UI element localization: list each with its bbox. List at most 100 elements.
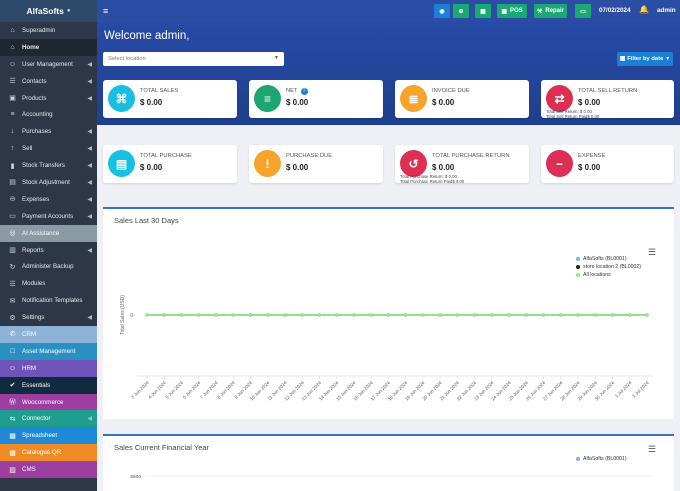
sidebar-item-stock-adjustment[interactable]: ▤ Stock Adjustment ◀ — [0, 174, 97, 191]
sidebar-item-label: Connector — [22, 415, 51, 423]
sidebar-item-stock-transfers[interactable]: ▮ Stock Transfers ◀ — [0, 157, 97, 174]
data-point — [352, 313, 356, 317]
sidebar-item-purchases[interactable]: ↓ Purchases ◀ — [0, 123, 97, 140]
sidebar-item-cms[interactable]: ▨ CMS — [0, 461, 97, 479]
plus-circle-button[interactable]: ⊕ — [453, 4, 469, 18]
stat-card-total-purchase: ▤ TOTAL PURCHASE $ 0.00 — [103, 145, 237, 183]
sidebar-item-label: Superadmin — [22, 26, 56, 34]
sidebar-item-label: Payment Accounts — [22, 212, 74, 220]
location-select[interactable]: Select location ▼ — [103, 52, 284, 66]
accounting-icon: ≡ — [10, 111, 15, 119]
plug-icon: ☰ — [9, 280, 16, 288]
stat-label-text: TOTAL PURCHASE RETURN — [432, 153, 510, 159]
stat-card-purchase-due: ! PURCHASE DUE $ 0.00 — [249, 145, 383, 183]
user-menu[interactable]: admin — [657, 7, 676, 14]
sidebar-item-connector[interactable]: ⇆ Connector ◀ — [0, 410, 97, 428]
stat-label-text: PURCHASE DUE — [286, 153, 333, 159]
stat-sub-text: Total Purchase Return Paid$ 0.00 — [400, 179, 465, 184]
invoice-icon: ≣ — [400, 85, 427, 112]
sidebar-item-label: Settings — [22, 314, 45, 322]
sidebar-item-home[interactable]: ⌂ Home — [0, 38, 97, 56]
data-point — [559, 313, 563, 317]
sidebar-item-user-management[interactable]: ☺ User Management ◀ — [0, 56, 97, 73]
repair-button[interactable]: ⚒ Repair — [534, 4, 567, 18]
sidebar-item-label: Contacts — [22, 77, 47, 85]
grid-icon: ▦ — [501, 8, 507, 15]
sidebar-item-spreadsheet[interactable]: ▦ Spreadsheet — [0, 427, 97, 445]
pos-button[interactable]: ▦ POS — [497, 4, 527, 18]
chevron-left-icon: ◀ — [87, 163, 92, 170]
sidebar-item-sell[interactable]: ↑ Sell ◀ — [0, 140, 97, 157]
sidebar-item-settings[interactable]: ⚙ Settings ◀ — [0, 309, 97, 326]
home-icon: ⌂ — [10, 26, 15, 34]
chart-icon: ▥ — [9, 247, 16, 255]
y-tick-label: 5500 — [130, 474, 141, 480]
sidebar-item-reports[interactable]: ▥ Reports ◀ — [0, 242, 97, 259]
qrcode-icon: ▩ — [9, 449, 16, 457]
crm-icon: ✆ — [9, 331, 16, 339]
data-point — [576, 313, 580, 317]
sidebar-item-asset-management[interactable]: □ Asset Management — [0, 342, 97, 360]
chevron-left-icon: ◀ — [87, 61, 92, 68]
calculator-icon: ▦ — [480, 8, 486, 15]
data-point — [145, 313, 149, 317]
brand-status-icon: ● — [66, 8, 71, 14]
sidebar-item-essentials[interactable]: ✔ Essentials — [0, 376, 97, 394]
sidebar-item-modules[interactable]: ☰ Modules — [0, 275, 97, 292]
sidebar-item-contacts[interactable]: ☰ Contacts ◀ — [0, 73, 97, 90]
stat-value: $ 0.00 — [286, 98, 309, 107]
download-icon: ↓ — [10, 128, 15, 136]
sidebar-item-accounting[interactable]: ≡ Accounting — [0, 106, 97, 123]
stat-label: TOTAL SALES — [140, 88, 178, 94]
stat-label-text: INVOICE DUE — [432, 88, 470, 94]
calculator-button[interactable]: ▦ — [475, 4, 491, 18]
topbar-button-label: Repair — [545, 8, 565, 14]
x-tick-label: 2 Jul 2024 — [631, 380, 650, 399]
sidebar-item-woocommerce[interactable]: Ⓦ Woocommerce — [0, 393, 97, 411]
info-icon[interactable]: i — [300, 88, 308, 95]
stat-sub-text: Total Sell Return Paid$ 0.00 — [546, 114, 600, 119]
sidebar-item-ai-assistance[interactable]: ◎ AI Assistance — [0, 224, 97, 242]
truck-icon: ▮ — [10, 162, 15, 170]
data-point — [610, 313, 615, 317]
sidebar-item-superadmin[interactable]: ⌂ Superadmin — [0, 22, 97, 39]
stat-label-text: TOTAL PURCHASE — [140, 153, 192, 159]
filter-by-date-button[interactable]: ▦ Filter by date ▼ — [617, 52, 673, 66]
current-date: 07/02/2024 — [599, 7, 631, 14]
sidebar-item-label: Sell — [22, 145, 33, 153]
sidebar-item-administer-backup[interactable]: ↻ Administer Backup — [0, 258, 97, 275]
sidebar-item-label: Woocommerce — [22, 398, 64, 406]
sidebar-item-label: Administer Backup — [22, 263, 74, 271]
users-icon: ☺ — [8, 364, 17, 372]
wordpress-icon: Ⓦ — [9, 399, 16, 407]
welcome-title: Welcome admin, — [104, 30, 190, 42]
sidebar-item-catalogue-qr[interactable]: ▩ Catalogue QR — [0, 444, 97, 462]
data-point — [472, 313, 477, 317]
topbar-button-label: POS — [510, 8, 523, 14]
bell-icon[interactable]: 🔔 — [639, 5, 649, 14]
x-tick-label: 1 Jul 2024 — [614, 380, 633, 399]
sidebar-item-products[interactable]: ▣ Products ◀ — [0, 90, 97, 107]
data-point — [179, 313, 184, 317]
data-point — [214, 313, 218, 317]
sidebar-item-label: Products — [22, 94, 47, 102]
data-point — [369, 313, 373, 317]
hamburger-menu-icon[interactable]: ≡ — [103, 6, 108, 16]
sidebar-item-hrm[interactable]: ☺ HRM — [0, 359, 97, 377]
gear-icon: ⚙ — [9, 314, 16, 322]
sidebar-item-crm[interactable]: ✆ CRM — [0, 326, 97, 343]
sales-last-30-days-chart: Total Sales (USD) 03 Jun 20244 Jun 20245 … — [120, 295, 653, 402]
cart-icon: ⌘ — [108, 85, 135, 112]
sidebar-item-payment-accounts[interactable]: ▭ Payment Accounts ◀ — [0, 208, 97, 225]
data-point — [645, 313, 649, 317]
sidebar-item-notification-templates[interactable]: ✉ Notification Templates — [0, 292, 97, 309]
backup-icon: ↻ — [9, 263, 16, 271]
sidebar-item-label: Expenses — [22, 195, 50, 203]
brand-logo[interactable]: AlfaSofts ● — [0, 0, 97, 22]
money-button[interactable]: ▭ — [575, 4, 591, 18]
sidebar-item-label: AI Assistance — [22, 229, 60, 237]
sidebar-item-expenses[interactable]: ⊖ Expenses ◀ — [0, 191, 97, 208]
stat-value: $ 0.00 — [140, 163, 163, 172]
circle-down-button[interactable]: ◉ — [434, 4, 450, 18]
chevron-left-icon: ◀ — [87, 78, 92, 85]
